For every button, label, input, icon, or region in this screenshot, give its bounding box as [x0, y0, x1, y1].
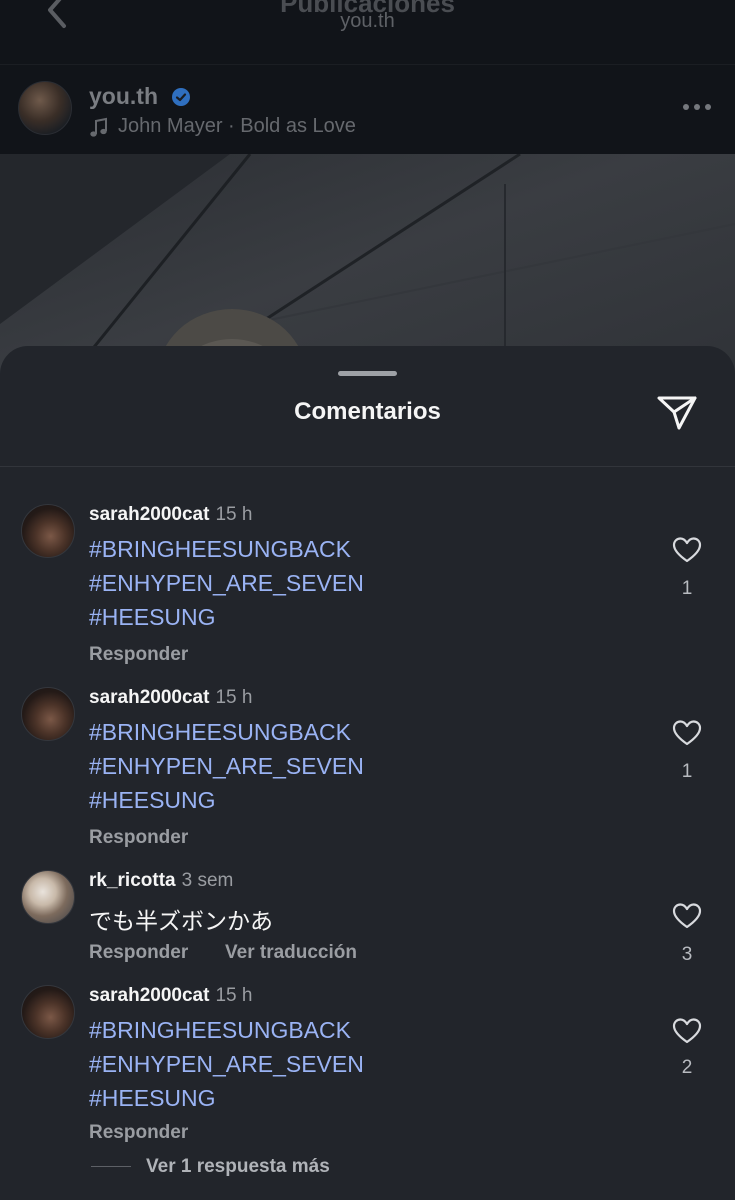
heart-icon[interactable] [672, 1017, 702, 1045]
like-count: 3 [681, 944, 693, 965]
like-count: 1 [681, 761, 693, 782]
top-bar: Publicaciones you.th [0, 0, 735, 64]
hashtag-link[interactable]: #ENHYPEN_ARE_SEVEN [89, 753, 364, 780]
page-subtitle: you.th [340, 10, 395, 32]
heart-icon[interactable] [672, 536, 702, 564]
reply-button[interactable]: Responder [89, 827, 188, 849]
share-icon[interactable] [655, 392, 699, 432]
screen: Publicaciones you.th you.th John Mayer ·… [0, 0, 735, 1200]
post-avatar[interactable] [18, 81, 72, 135]
heart-icon[interactable] [672, 902, 702, 930]
hashtag-link[interactable]: #ENHYPEN_ARE_SEVEN [89, 1051, 364, 1078]
reply-button[interactable]: Responder [89, 1122, 188, 1144]
comment-user[interactable]: sarah2000cat [89, 504, 209, 525]
comment-text: でも半ズボンかあ [89, 908, 273, 934]
hashtag-link[interactable]: #HEESUNG [89, 604, 216, 631]
sheet-divider [0, 466, 735, 467]
comment-user[interactable]: sarah2000cat [89, 985, 209, 1006]
music-icon [90, 117, 107, 137]
more-icon[interactable] [682, 102, 712, 112]
hashtag-link[interactable]: #HEESUNG [89, 787, 216, 814]
translate-button[interactable]: Ver traducción [225, 942, 357, 964]
comment-user[interactable]: rk_ricotta [89, 870, 176, 891]
reply-button[interactable]: Responder [89, 644, 188, 666]
heart-icon[interactable] [672, 719, 702, 747]
view-replies-button[interactable]: Ver 1 respuesta más [146, 1156, 330, 1178]
verified-icon [172, 88, 190, 106]
sheet-title: Comentarios [294, 398, 441, 425]
like-count: 2 [681, 1057, 693, 1078]
comment-time: 15 h [215, 687, 253, 708]
hashtag-link[interactable]: #BRINGHEESUNGBACK [89, 719, 351, 746]
like-count: 1 [681, 578, 693, 599]
comment-username[interactable]: rk_ricotta 3 sem [89, 870, 233, 892]
comment-avatar[interactable] [21, 870, 75, 924]
comments-sheet: Comentarios sarah2000cat 15 h #BRINGHEESU… [0, 346, 735, 1200]
reply-button[interactable]: Responder [89, 942, 188, 964]
post-header: you.th John Mayer · Bold as Love [0, 64, 735, 154]
hashtag-link[interactable]: #ENHYPEN_ARE_SEVEN [89, 570, 364, 597]
comment-avatar[interactable] [21, 504, 75, 558]
comment-user[interactable]: sarah2000cat [89, 687, 209, 708]
drag-handle[interactable] [338, 371, 397, 376]
comment-username[interactable]: sarah2000cat 15 h [89, 687, 252, 709]
comment-username[interactable]: sarah2000cat 15 h [89, 504, 252, 526]
view-replies-divider [91, 1166, 131, 1167]
comment-avatar[interactable] [21, 985, 75, 1039]
comment-time: 3 sem [181, 870, 234, 891]
comment-time: 15 h [215, 985, 253, 1006]
post-username[interactable]: you.th [89, 83, 158, 110]
hashtag-link[interactable]: #BRINGHEESUNGBACK [89, 1017, 351, 1044]
comment-avatar[interactable] [21, 687, 75, 741]
comment-time: 15 h [215, 504, 253, 525]
comment-username[interactable]: sarah2000cat 15 h [89, 985, 252, 1007]
post-audio-label[interactable]: John Mayer · Bold as Love [118, 115, 356, 138]
hashtag-link[interactable]: #HEESUNG [89, 1085, 216, 1112]
hashtag-link[interactable]: #BRINGHEESUNGBACK [89, 536, 351, 563]
